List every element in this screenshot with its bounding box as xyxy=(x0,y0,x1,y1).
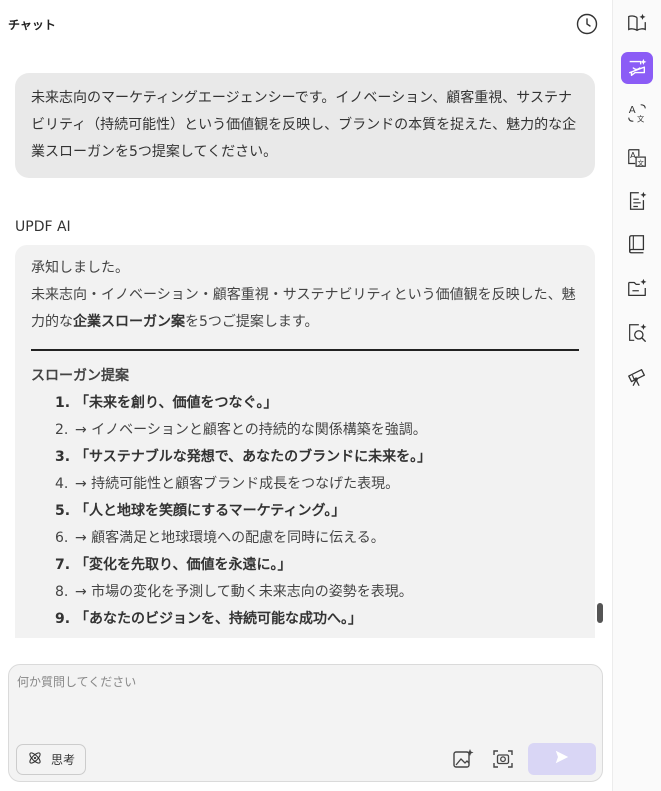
send-button[interactable] xyxy=(528,743,596,775)
slogan-number: 8. xyxy=(55,584,69,600)
slogan-item: 2. → イノベーションと顧客との持続的な関係構築を強調。 xyxy=(31,417,579,444)
slogan-text: 「サステナブルな発想で、あなたのブランドに未来を。」 xyxy=(75,449,432,465)
ai-summary: 未来志向・イノベーション・顧客重視・サステナビリティという価値観を反映した、魅力… xyxy=(31,282,579,336)
telescope-icon[interactable] xyxy=(621,361,653,393)
slogan-item: 8. → 市場の変化を予測して動く未来志向の姿勢を表現。 xyxy=(31,579,579,606)
ai-heading: スローガン提案 xyxy=(31,368,129,384)
svg-text:A: A xyxy=(629,105,636,116)
atom-icon xyxy=(27,750,43,769)
slogan-text: → 持続可能性と顧客ブランド成長をつなげた表現。 xyxy=(75,476,400,492)
slogan-text: → 市場の変化を予測して動く未来志向の姿勢を表現。 xyxy=(75,584,413,600)
slogan-number: 3. xyxy=(55,449,71,465)
search-sparkle-icon[interactable] xyxy=(621,317,653,349)
svg-text:文: 文 xyxy=(637,114,645,123)
think-label: 思考 xyxy=(51,753,76,767)
think-button[interactable]: 思考 xyxy=(16,744,86,775)
slogan-number: 4. xyxy=(55,476,69,492)
ai-intro: 承知しました。 xyxy=(31,260,129,276)
slogan-number: 5. xyxy=(55,503,71,519)
slogan-text: → 顧客満足と地球環境への配慮を同時に伝える。 xyxy=(75,530,385,546)
book-icon[interactable] xyxy=(621,228,653,260)
slogan-list: 1. 「未来を創り、価値をつなぐ。」 2. → イノベーションと顧客との持続的な関係… xyxy=(31,390,579,633)
slogan-item: 6. → 顧客満足と地球環境への配慮を同時に伝える。 xyxy=(31,525,579,552)
send-icon xyxy=(554,749,570,769)
slogan-text: 「未来を創り、価値をつなぐ。」 xyxy=(75,395,278,411)
slogan-item: 5. 「人と地球を笑顔にするマーケティング。」 xyxy=(31,498,579,525)
slogan-text: 「あなたのビジョンを、持続可能な成功へ。」 xyxy=(75,611,362,627)
slogan-number: 6. xyxy=(55,530,69,546)
ai-chat-icon[interactable] xyxy=(621,52,653,84)
divider xyxy=(31,349,579,351)
chat-title: チャット xyxy=(8,18,56,32)
slogan-item: 7. 「変化を先取り、価値を永遠に。」 xyxy=(31,552,579,579)
translate-box-icon[interactable]: A文 xyxy=(621,142,653,174)
right-sidebar: A文 A文 xyxy=(612,0,661,791)
svg-text:A: A xyxy=(630,150,636,160)
svg-text:文: 文 xyxy=(637,158,644,167)
slogan-item: 9. 「あなたのビジョンを、持続可能な成功へ。」 xyxy=(31,606,579,633)
slogan-number: 2. xyxy=(55,422,69,438)
slogan-item: 3. 「サステナブルな発想で、あなたのブランドに未来を。」 xyxy=(31,444,579,471)
slogan-item: 4. → 持続可能性と顧客ブランド成長をつなげた表現。 xyxy=(31,471,579,498)
slogan-number: 7. xyxy=(55,557,71,573)
chat-panel: チャット 未来志向のマーケティングエージェンシーです。イノベーション、顧客重視、… xyxy=(0,0,612,791)
translate-icon[interactable]: A文 xyxy=(621,97,653,129)
ai-summary-bold: 企業スローガン案 xyxy=(73,314,185,330)
slogan-text: → イノベーションと顧客との持続的な関係構築を強調。 xyxy=(75,422,427,438)
ai-label: UPDF AI xyxy=(15,219,71,235)
ai-summary-suffix: を5つご提案します。 xyxy=(185,314,319,330)
slogan-text: 「変化を先取り、価値を永遠に。」 xyxy=(75,557,292,573)
chat-header: チャット xyxy=(0,0,612,48)
ai-response: 承知しました。 未来志向・イノベーション・顧客重視・サステナビリティという価値観… xyxy=(15,245,595,638)
input-box: 思考 xyxy=(8,664,603,782)
clock-icon[interactable] xyxy=(576,13,598,35)
slogan-number: 9. xyxy=(55,611,71,627)
scrollbar-thumb[interactable] xyxy=(597,603,603,623)
slogan-number: 1. xyxy=(55,395,71,411)
scrollbar[interactable] xyxy=(596,245,604,640)
user-message: 未来志向のマーケティングエージェンシーです。イノベーション、顧客重視、サステナビ… xyxy=(15,73,595,178)
image-sparkle-icon[interactable] xyxy=(451,747,477,773)
question-input[interactable] xyxy=(17,673,592,733)
document-sparkle-icon[interactable] xyxy=(621,185,653,217)
slogan-text: 「人と地球を笑顔にするマーケティング。」 xyxy=(75,503,346,519)
slogan-item: 1. 「未来を創り、価値をつなぐ。」 xyxy=(31,390,579,417)
book-sparkle-icon[interactable] xyxy=(621,7,653,39)
folder-sparkle-icon[interactable] xyxy=(621,272,653,304)
screenshot-icon[interactable] xyxy=(491,747,517,773)
